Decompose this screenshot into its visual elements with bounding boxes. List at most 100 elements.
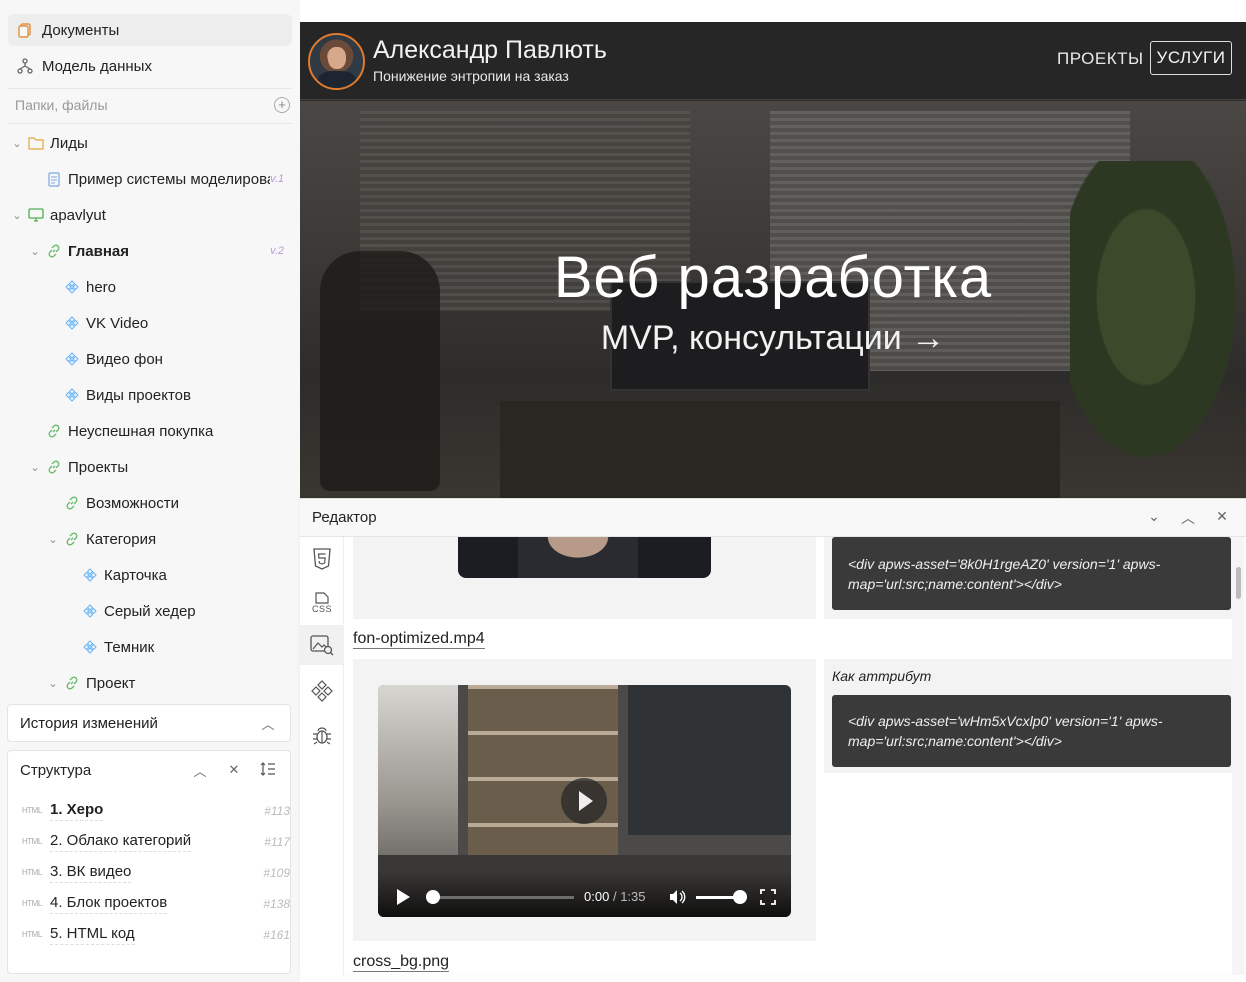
add-file-button[interactable]: + (274, 97, 290, 113)
bug-icon[interactable] (308, 721, 336, 749)
asset-embed-code-text: <div apws-asset='8k0H1rgeAZ0' version='1… (848, 555, 1161, 592)
component-icon (82, 567, 98, 583)
play-icon[interactable] (397, 889, 410, 905)
video-time: 0:00 / 1:35 (584, 889, 646, 904)
structure-panel: Структура ︿ ✕ HTML 1. Херо #113 HTML 2. … (7, 750, 291, 974)
asset-filename-link[interactable]: fon-optimized.mp4 (353, 630, 485, 649)
structure-item[interactable]: HTML 5. HTML код #161 (22, 919, 290, 950)
site-header: Александр Павлють Понижение энтропии на … (300, 22, 1246, 100)
link-icon (64, 531, 80, 547)
tree-item-card[interactable]: Карточка (82, 559, 167, 591)
link-icon (64, 495, 80, 511)
tree-item-leads[interactable]: ⌄ Лиды (10, 127, 87, 159)
site-name[interactable]: Александр Павлють (373, 36, 607, 65)
nav-data-model[interactable]: Модель данных (8, 50, 292, 82)
link-icon (46, 459, 62, 475)
asset-thumbnail[interactable] (458, 537, 711, 578)
fullscreen-icon[interactable] (760, 889, 776, 905)
video-play-overlay-button[interactable] (561, 778, 607, 824)
chevron-down-icon[interactable]: ⌄ (10, 209, 24, 222)
tree-item-modeling-example[interactable]: Пример системы моделирования v.1 (46, 163, 292, 195)
tree-item-gray-header[interactable]: Серый хедер (82, 595, 196, 627)
history-title: История изменений (20, 714, 158, 732)
tree-item-hero[interactable]: hero (64, 271, 116, 303)
asset-filename-link[interactable]: cross_bg.png (353, 953, 450, 972)
app-window: Документы Модель данных Папки, файлы + ⌄… (0, 0, 1246, 982)
video-seek-bar[interactable] (430, 896, 574, 899)
chevron-down-icon[interactable]: ⌄ (46, 533, 60, 546)
folder-icon (28, 135, 44, 151)
video-current-time: 0:00 (584, 889, 610, 904)
nav-services-link[interactable]: УСЛУГИ (1150, 41, 1232, 75)
sort-list-icon[interactable] (258, 761, 278, 779)
component-icon (64, 351, 80, 367)
asset-preview (353, 537, 816, 619)
editor-tool-rail: CSS (300, 537, 344, 975)
chevron-down-icon[interactable]: ⌄ (28, 245, 42, 258)
documents-icon (16, 21, 34, 39)
history-panel-header[interactable]: История изменений ︿ (8, 705, 290, 741)
video-duration: 1:35 (620, 889, 646, 904)
nav-documents-label: Документы (42, 21, 120, 39)
monitor-icon (28, 207, 44, 223)
chevron-down-icon[interactable]: ⌄ (28, 461, 42, 474)
tree-item-main[interactable]: ⌄ Главная v.2 (28, 235, 292, 267)
structure-panel-header: Структура ︿ ✕ (8, 751, 290, 789)
tree-item-features[interactable]: Возможности (64, 487, 179, 519)
asset-embed-code-text: <div apws-asset='wHm5xVcxlp0' version='1… (848, 713, 1163, 749)
asset-embed-code[interactable]: <div apws-asset='wHm5xVcxlp0' version='1… (832, 695, 1231, 767)
tree-item-vk-video[interactable]: VK Video (64, 307, 148, 339)
chevron-up-icon[interactable]: ︿ (190, 761, 210, 780)
component-icon (64, 315, 80, 331)
assets-search-icon[interactable] (300, 625, 344, 665)
tree-item-project[interactable]: ⌄ Проект (46, 667, 135, 699)
site-tagline: Понижение энтропии на заказ (373, 68, 569, 84)
asset-embed-code[interactable]: <div apws-asset='8k0H1rgeAZ0' version='1… (832, 537, 1231, 610)
hero-subtitle-link[interactable]: MVP, консультации → (300, 319, 1246, 358)
history-panel: История изменений ︿ (7, 704, 291, 742)
tree-item-dark-theme[interactable]: Темник (82, 631, 154, 663)
chevron-up-icon[interactable]: ︿ (1179, 508, 1197, 526)
video-seek-knob[interactable] (426, 890, 440, 904)
structure-item[interactable]: HTML 2. Облако категорий #117 (22, 826, 290, 857)
site-preview: Александр Павлють Понижение энтропии на … (300, 22, 1246, 498)
tree-item-failed-purchase[interactable]: Неуспешная покупка (46, 415, 213, 447)
link-icon (64, 675, 80, 691)
tree-item-project-types[interactable]: Виды проектов (64, 379, 191, 411)
video-time-separator: / (612, 889, 617, 904)
structure-title: Структура (20, 761, 92, 779)
volume-knob[interactable] (733, 890, 747, 904)
structure-item[interactable]: HTML 4. Блок проектов #138 (22, 888, 290, 919)
link-icon (46, 243, 62, 259)
close-icon[interactable]: ✕ (1213, 508, 1231, 526)
avatar[interactable] (308, 33, 365, 90)
css-icon[interactable]: CSS (308, 589, 336, 617)
components-icon[interactable] (308, 677, 336, 705)
files-section-label: Папки, файлы (15, 97, 108, 113)
chevron-down-icon[interactable]: ⌄ (1145, 508, 1163, 526)
editor-scrollbar[interactable] (1232, 537, 1244, 975)
structure-item[interactable]: HTML 1. Херо #113 (22, 795, 290, 826)
close-icon[interactable]: ✕ (224, 762, 244, 778)
html5-icon[interactable] (308, 545, 336, 573)
chevron-down-icon[interactable]: ⌄ (46, 677, 60, 690)
hero-background (500, 401, 1060, 498)
divider (8, 123, 292, 124)
video-player[interactable]: 0:00 / 1:35 (378, 685, 791, 917)
tree-item-projects[interactable]: ⌄ Проекты (28, 451, 128, 483)
editor-title: Редактор (312, 509, 377, 526)
document-icon (46, 171, 62, 187)
nav-projects-link[interactable]: ПРОЕКТЫ (1057, 49, 1144, 69)
structure-item[interactable]: HTML 3. ВК видео #109 (22, 857, 290, 888)
tree-item-apavlyut[interactable]: ⌄ apavlyut (10, 199, 105, 231)
tree-item-video-bg[interactable]: Видео фон (64, 343, 163, 375)
volume-icon[interactable] (668, 888, 686, 906)
editor-scroll-thumb[interactable] (1236, 567, 1241, 599)
component-icon (64, 387, 80, 403)
css-icon-label: CSS (311, 604, 332, 614)
chevron-up-icon[interactable]: ︿ (258, 714, 278, 733)
tree-item-category[interactable]: ⌄ Категория (46, 523, 156, 555)
nav-documents[interactable]: Документы (8, 14, 292, 46)
chevron-down-icon[interactable]: ⌄ (10, 137, 24, 150)
nav-data-model-label: Модель данных (42, 57, 152, 75)
